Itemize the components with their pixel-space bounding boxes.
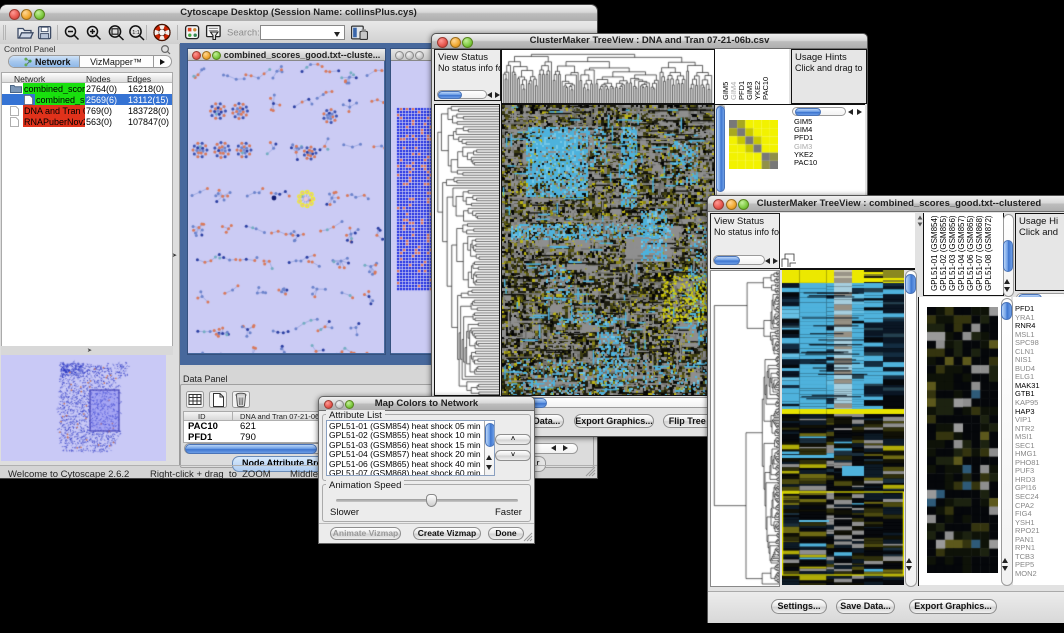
- svg-text:Search:: Search:: [227, 28, 260, 39]
- svg-text:1:1: 1:1: [132, 30, 140, 36]
